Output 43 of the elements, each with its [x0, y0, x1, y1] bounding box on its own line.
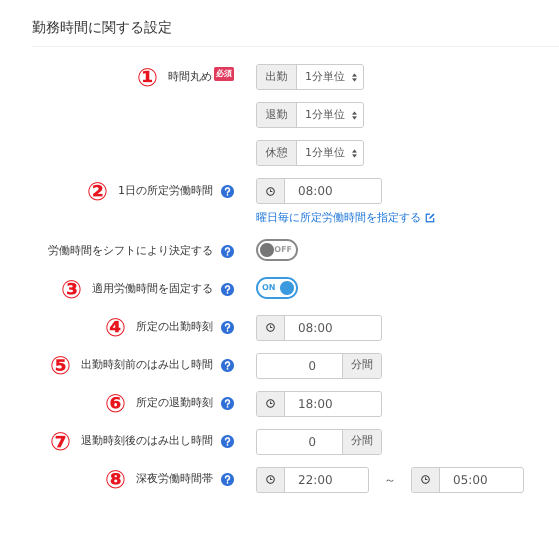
select-value: 1分単位	[305, 106, 345, 123]
clock-icon	[266, 186, 275, 196]
field-label: 深夜労働時間帯	[136, 471, 213, 488]
annotation-number: ②	[86, 178, 108, 204]
section-title: 勤務時間に関する設定	[32, 18, 559, 47]
clock-icon	[266, 323, 275, 332]
field-label: 1日の所定労働時間	[118, 182, 213, 199]
field-label: 労働時間をシフトにより決定する	[48, 243, 213, 260]
range-separator: ～	[384, 472, 396, 488]
time-field[interactable]: 08:00	[256, 178, 382, 204]
time-field[interactable]: 18:00	[256, 390, 382, 416]
sort-arrows-icon	[352, 72, 357, 82]
annotation-number: ③	[60, 277, 82, 302]
number-field[interactable]: 0 分間	[256, 428, 382, 454]
clock-icon	[266, 399, 275, 408]
time-field[interactable]: 08:00	[256, 314, 382, 340]
field-label: 退勤時刻後のはみ出し時間	[81, 433, 213, 450]
number-field[interactable]: 0 分間	[256, 352, 382, 378]
annotation-number: ⑥	[104, 391, 126, 416]
annotation-number: ⑤	[50, 353, 71, 378]
annotation-number: ④	[104, 315, 126, 340]
select-field[interactable]: 出勤 1分単位	[256, 64, 364, 90]
sort-arrows-icon	[352, 148, 357, 158]
field-label: 所定の出勤時刻	[136, 319, 213, 336]
select-value: 1分単位	[305, 68, 345, 85]
clock-icon	[421, 475, 430, 484]
select-field[interactable]: 退勤 1分単位	[256, 102, 364, 128]
annotation-number: ⑦	[50, 429, 71, 454]
time-field[interactable]: 22:00	[256, 466, 369, 492]
select-value: 1分単位	[305, 144, 345, 161]
field-label: 適用労働時間を固定する	[92, 281, 213, 298]
field-label: 所定の退勤時刻	[136, 395, 213, 412]
annotation-number: ⑧	[104, 467, 126, 492]
sort-arrows-icon	[352, 110, 357, 120]
annotation-number: ①	[136, 64, 158, 90]
clock-icon	[266, 475, 275, 484]
time-field[interactable]: 05:00	[411, 466, 524, 492]
required-badge: 必須	[214, 67, 234, 81]
field-label: 時間丸め	[168, 68, 212, 85]
field-label: 出勤時刻前のはみ出し時間	[81, 357, 213, 374]
edit-icon	[425, 213, 435, 224]
link[interactable]: 曜日毎に所定労働時間を指定する	[256, 210, 435, 226]
select-field[interactable]: 休憩 1分単位	[256, 140, 364, 166]
